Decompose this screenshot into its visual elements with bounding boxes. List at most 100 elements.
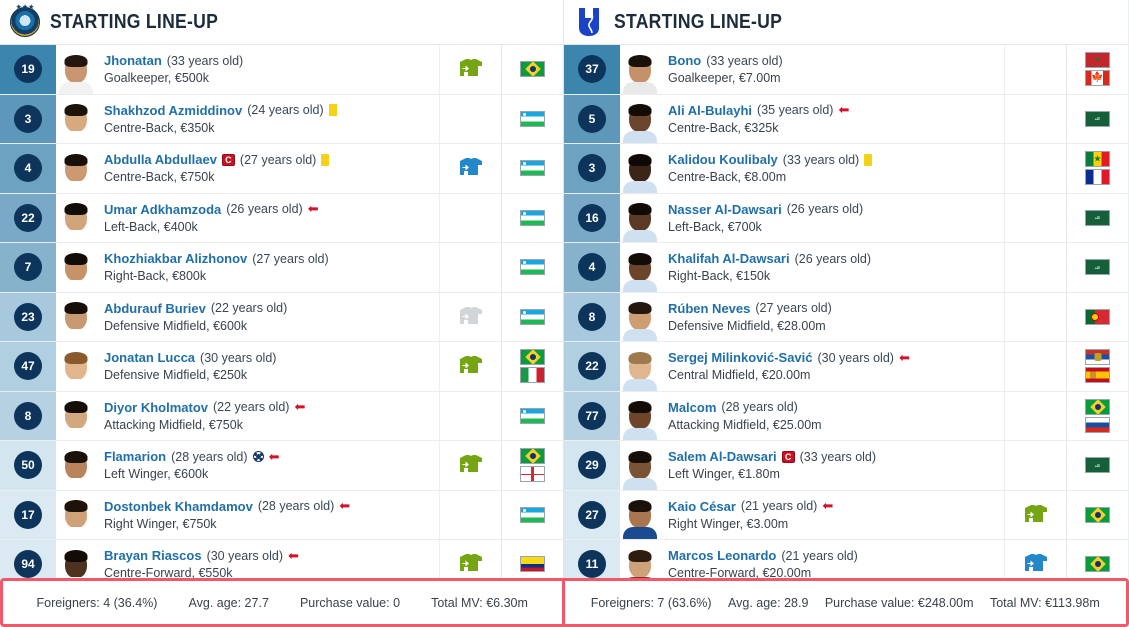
shirt-number-cell: 4: [564, 243, 620, 292]
player-name-line: Malcom (28 years old): [668, 400, 1004, 415]
flag-colombia: [520, 556, 545, 573]
player-name-link[interactable]: Abdulla Abdullaev: [104, 152, 217, 167]
home-total-mv-stat: Total MV: €6.30m: [431, 595, 528, 610]
player-name-link[interactable]: Bono: [668, 53, 701, 68]
shirt-number-badge: 22: [14, 203, 42, 232]
flag-brazil: [520, 61, 545, 78]
player-photo-cell: [620, 392, 660, 440]
home-player-rows: 19 Jhonatan (33 years old) Goalkeeper, €500…: [0, 45, 563, 590]
player-row[interactable]: 4 Khalifah Al-Dawsari (26 years old) Right-…: [564, 243, 1128, 293]
player-row[interactable]: 7 Khozhiakbar Alizhonov (27 years old) Righ…: [0, 243, 563, 293]
shirt-number-badge: 29: [578, 451, 606, 480]
substituted-off-arrow-icon: ⬅: [822, 498, 834, 514]
player-name-link[interactable]: Kalidou Koulibaly: [668, 152, 778, 167]
player-name-link[interactable]: Dostonbek Khamdamov: [104, 499, 253, 514]
player-row[interactable]: 16 Nasser Al-Dawsari (26 years old) Left-Ba…: [564, 193, 1128, 243]
substitution-jersey-icon[interactable]: [458, 355, 484, 377]
away-purchase-value-stat: Purchase value: €248.00m: [824, 595, 974, 610]
player-age: (33 years old): [706, 53, 783, 68]
player-photo: [623, 101, 657, 143]
player-row[interactable]: 22 Sergej Milinković-Savić (30 years old) ⬅…: [564, 342, 1128, 392]
yellow-card-icon: [864, 153, 873, 166]
player-row[interactable]: 8 Diyor Kholmatov (22 years old) ⬅ Attacking…: [0, 391, 563, 441]
player-name-link[interactable]: Marcos Leonardo: [668, 548, 776, 563]
player-row[interactable]: 47 Jonatan Lucca (30 years old) Defensive M…: [0, 342, 563, 392]
player-photo: [59, 398, 93, 440]
player-row[interactable]: 8 Rúben Neves (27 years old) Defensive Midf…: [564, 292, 1128, 342]
player-age: (27 years old): [755, 301, 832, 316]
player-photo: [59, 349, 93, 391]
player-info-cell: Sergej Milinković-Savić (30 years old) ⬅ Ce…: [660, 342, 1004, 391]
player-row[interactable]: 77 Malcom (28 years old) Attacking Midfield…: [564, 391, 1128, 441]
player-name-link[interactable]: Flamarion: [104, 449, 166, 464]
flag-italy: [520, 367, 545, 384]
player-photo: [623, 497, 657, 539]
nationality-flags-cell: [501, 144, 563, 193]
player-name-link[interactable]: Brayan Riascos: [104, 548, 202, 563]
player-row[interactable]: 37 Bono (33 years old) Goalkeeper, €7.00m ✦ 🍁: [564, 45, 1128, 95]
flag-canada: 🍁: [1085, 70, 1110, 87]
substitution-jersey-icon[interactable]: [458, 306, 484, 328]
flag-france: [1085, 169, 1110, 186]
player-photo: [59, 200, 93, 242]
player-age: (28 years old): [721, 400, 798, 415]
shirt-number-badge: 17: [14, 500, 42, 529]
flag-spain: [1085, 367, 1110, 384]
player-name-link[interactable]: Rúben Neves: [668, 301, 750, 316]
player-photo-cell: [620, 95, 660, 143]
nationality-flags-cell: ✦ 🍁: [1066, 45, 1128, 94]
player-name-link[interactable]: Salem Al-Dawsari: [668, 449, 777, 464]
player-photo-cell: [620, 243, 660, 292]
player-name-link[interactable]: Umar Adkhamzoda: [104, 202, 221, 217]
flag-serbia: [1085, 349, 1110, 366]
substitution-jersey-icon[interactable]: [458, 58, 484, 80]
player-row[interactable]: 22 Umar Adkhamzoda (26 years old) ⬅ Left-Bac…: [0, 193, 563, 243]
player-name-link[interactable]: Diyor Kholmatov: [104, 400, 208, 415]
player-name-link[interactable]: Nasser Al-Dawsari: [668, 202, 782, 217]
player-info-cell: Shakhzod Azmiddinov (24 years old) Centre-…: [96, 95, 439, 144]
substitution-jersey-icon[interactable]: [458, 553, 484, 575]
player-row[interactable]: 5 Ali Al-Bulayhi (35 years old) ⬅ Centre-Bac…: [564, 94, 1128, 144]
substitution-jersey-icon[interactable]: [458, 157, 484, 179]
substitution-jersey-icon[interactable]: [458, 454, 484, 476]
crest-stars-icon: ★★★: [15, 4, 35, 11]
player-name-line: Kaio César (21 years old) ⬅: [668, 499, 1004, 514]
shirt-number-cell: 29: [564, 441, 620, 490]
player-row[interactable]: 4 Abdulla Abdullaev C (27 years old) Centre-…: [0, 144, 563, 194]
player-name-link[interactable]: Sergej Milinković-Savić: [668, 350, 813, 365]
alhilal-crest-icon: [574, 7, 604, 37]
player-name-link[interactable]: Jhonatan: [104, 53, 162, 68]
player-name-link[interactable]: Ali Al-Bulayhi: [668, 103, 752, 118]
player-photo: [59, 52, 93, 94]
player-row[interactable]: 27 Kaio César (21 years old) ⬅ Right Winger,…: [564, 490, 1128, 540]
shirt-number-badge: 94: [14, 550, 42, 579]
flag-uzbekistan: [520, 308, 545, 325]
substitution-jersey-icon[interactable]: [1023, 553, 1049, 575]
player-info-cell: Kalidou Koulibaly (33 years old) Centre-Ba…: [660, 144, 1004, 193]
player-name-link[interactable]: Khalifah Al-Dawsari: [668, 251, 790, 266]
substitution-jersey-icon[interactable]: [1023, 504, 1049, 526]
player-name-line: Nasser Al-Dawsari (26 years old): [668, 202, 1004, 217]
player-name-link[interactable]: Khozhiakbar Alizhonov: [104, 251, 247, 266]
player-name-link[interactable]: Malcom: [668, 400, 716, 415]
player-row[interactable]: 29 Salem Al-Dawsari C (33 years old) Left Wi…: [564, 441, 1128, 491]
player-name-link[interactable]: Kaio César: [668, 499, 736, 514]
player-row[interactable]: 17 Dostonbek Khamdamov (28 years old) ⬅ Righ…: [0, 490, 563, 540]
player-age: (30 years old): [817, 350, 894, 365]
player-name-link[interactable]: Shakhzod Azmiddinov: [104, 103, 242, 118]
player-name-link[interactable]: Jonatan Lucca: [104, 350, 195, 365]
player-row[interactable]: 23 Abdurauf Buriev (22 years old) Defensive…: [0, 292, 563, 342]
player-age: (27 years old): [252, 251, 329, 266]
shirt-number-badge: 8: [578, 302, 606, 331]
player-row[interactable]: 50 Flamarion (28 years old) ⬅ Left Winger, €…: [0, 441, 563, 491]
player-row[interactable]: 3 Shakhzod Azmiddinov (24 years old) Centre…: [0, 94, 563, 144]
player-row[interactable]: 3 Kalidou Koulibaly (33 years old) Centre-B…: [564, 144, 1128, 194]
player-position-value: Goalkeeper, €7.00m: [668, 71, 781, 86]
flag-brazil: [520, 448, 545, 465]
player-row[interactable]: 19 Jhonatan (33 years old) Goalkeeper, €500…: [0, 45, 563, 95]
player-name-line: Jonatan Lucca (30 years old): [104, 350, 439, 365]
shirt-number-badge: 3: [14, 104, 42, 133]
nationality-flags-cell: [501, 342, 563, 391]
player-name-link[interactable]: Abdurauf Buriev: [104, 301, 206, 316]
player-info-cell: Kaio César (21 years old) ⬅ Right Winger, €…: [660, 491, 1004, 540]
